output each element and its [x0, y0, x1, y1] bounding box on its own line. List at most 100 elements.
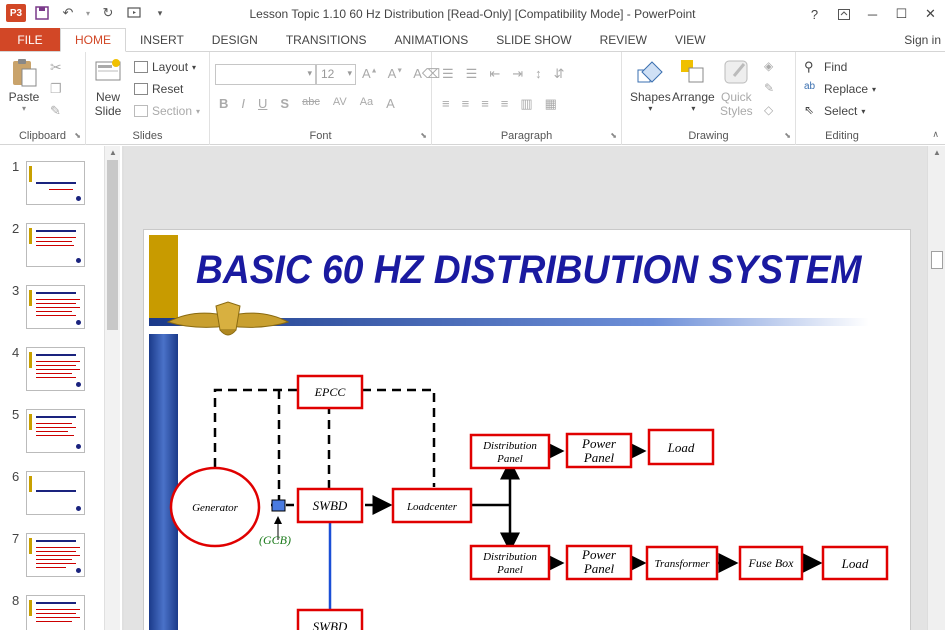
ribbon-display-options-icon[interactable] [829, 0, 858, 28]
minimize-icon[interactable]: ─ [858, 0, 887, 28]
thumbnail-slide-7[interactable]: 7 [0, 531, 104, 581]
gcb-breaker-node[interactable] [271, 499, 286, 512]
new-slide-button[interactable]: New Slide [92, 56, 124, 118]
paste-button[interactable]: Paste ▾ [8, 56, 40, 113]
tab-slide-show[interactable]: SLIDE SHOW [482, 28, 585, 51]
scroll-up-icon[interactable]: ▲ [928, 146, 945, 160]
tab-view[interactable]: VIEW [661, 28, 720, 51]
distribution-panel-1-label-2: Panel [496, 453, 523, 465]
bullets-icon[interactable]: ☰ [442, 66, 454, 82]
cut-button[interactable]: ✂ [50, 57, 66, 77]
convert-smartart-icon[interactable]: ▦ [545, 96, 557, 112]
shape-effects-button[interactable]: ◇ [764, 101, 780, 121]
align-center-icon[interactable]: ≡ [462, 96, 470, 112]
maximize-icon[interactable]: ☐ [887, 0, 916, 28]
tab-design[interactable]: DESIGN [198, 28, 272, 51]
font-family-input[interactable]: ▾ [215, 64, 316, 85]
quick-styles-button[interactable]: Quick Styles [720, 56, 753, 118]
editing-group: ⚲ Find ab Replace ▾ ⇖ Select ▾ Editing [796, 52, 888, 145]
thumbnail-slide-8[interactable]: 8 [0, 593, 104, 630]
scrollbar-thumb[interactable] [107, 160, 118, 330]
thumbnail-slide-4[interactable]: 4 [0, 345, 104, 395]
thumbnail-number: 2 [12, 221, 20, 236]
tab-home[interactable]: HOME [60, 28, 126, 52]
line-spacing-icon[interactable]: ↕ [535, 66, 542, 82]
thumbnail-image [26, 595, 85, 630]
power-panel-2-label-1: Power [581, 547, 617, 562]
justify-icon[interactable]: ≡ [501, 96, 509, 112]
arrange-dropdown-icon: ▾ [691, 104, 696, 113]
scroll-up-icon[interactable]: ▲ [105, 146, 121, 160]
drawing-launcher-icon[interactable]: ⬊ [784, 131, 791, 140]
copy-button[interactable]: ❐ [50, 79, 66, 99]
shapes-label: Shapes [630, 90, 671, 104]
shapes-button[interactable]: Shapes ▾ [630, 56, 671, 113]
layout-label: Layout [152, 60, 189, 74]
font-color-icon[interactable]: A [386, 96, 395, 111]
strikethrough-icon[interactable]: abc [302, 96, 320, 111]
font-size-input[interactable]: 12 ▾ [316, 64, 356, 85]
clipboard-group-label: Clipboard [18, 130, 67, 142]
layout-button[interactable]: Layout ▾ [134, 57, 196, 77]
section-button[interactable]: Section ▾ [134, 101, 200, 121]
drawing-group-label: Drawing [688, 130, 729, 142]
thumbnail-slide-1[interactable]: 1 [0, 159, 104, 209]
numbering-icon[interactable]: ☰ [466, 66, 478, 82]
tab-insert[interactable]: INSERT [126, 28, 198, 51]
collapse-ribbon-icon[interactable]: ∧ [932, 129, 939, 140]
tab-transitions[interactable]: TRANSITIONS [272, 28, 381, 51]
shape-outline-button[interactable]: ✎ [764, 79, 780, 99]
change-case-icon[interactable]: Aa [360, 96, 373, 111]
current-slide[interactable]: BASIC 60 HZ DISTRIBUTION SYSTEM EPCC Gen… [143, 229, 911, 630]
load-2-label: Load [841, 556, 869, 571]
editor-scrollbar[interactable]: ▲ [927, 146, 945, 630]
distribution-panel-1-label-1: Distribution [482, 440, 537, 452]
italic-icon[interactable]: I [241, 96, 245, 111]
new-slide-icon [95, 59, 121, 81]
effects-icon: ◇ [764, 103, 774, 117]
thumbnail-image [26, 471, 85, 515]
new-slide-label-1: New [95, 90, 120, 104]
reset-button[interactable]: Reset [134, 79, 183, 99]
tab-animations[interactable]: ANIMATIONS [380, 28, 482, 51]
increase-indent-icon[interactable]: ⇥ [512, 66, 523, 82]
replace-button[interactable]: ab Replace ▾ [804, 79, 876, 99]
shape-fill-button[interactable]: ◈ [764, 57, 780, 77]
thumbnail-slide-2[interactable]: 2 [0, 221, 104, 271]
increase-font-icon[interactable]: A▲ [362, 66, 378, 82]
underline-icon[interactable]: U [258, 96, 267, 111]
close-icon[interactable]: ✕ [916, 0, 945, 28]
decrease-indent-icon[interactable]: ⇤ [489, 66, 500, 82]
sign-in-link[interactable]: Sign in [904, 33, 941, 47]
decrease-font-icon[interactable]: A▼ [388, 66, 404, 82]
arrange-button[interactable]: Arrange ▾ [672, 56, 715, 113]
thumbnail-slide-5[interactable]: 5 [0, 407, 104, 457]
scrollbar-thumb[interactable] [931, 251, 943, 269]
replace-label: Replace [824, 82, 869, 96]
format-painter-button[interactable]: ✎ [50, 101, 66, 121]
clipboard-launcher-icon[interactable]: ⬊ [74, 131, 81, 140]
text-direction-icon[interactable]: ⇵ [554, 66, 565, 82]
tab-review[interactable]: REVIEW [586, 28, 661, 51]
generator-label: Generator [192, 502, 239, 514]
columns-icon[interactable]: ▥ [520, 96, 532, 112]
font-size-buttons: A▲ A▼ A⌫ [362, 66, 440, 82]
find-button[interactable]: ⚲ Find [804, 57, 847, 77]
thumbnail-number: 7 [12, 531, 20, 546]
thumbnail-number: 5 [12, 407, 20, 422]
font-launcher-icon[interactable]: ⬊ [420, 131, 427, 140]
thumbnail-slide-6[interactable]: 6 [0, 469, 104, 519]
thumbnail-slide-3[interactable]: 3 [0, 283, 104, 333]
bold-icon[interactable]: B [219, 96, 228, 111]
tab-file[interactable]: FILE [0, 28, 60, 51]
select-button[interactable]: ⇖ Select ▾ [804, 101, 865, 121]
align-left-icon[interactable]: ≡ [442, 96, 450, 112]
thumbnail-scrollbar[interactable]: ▲ [104, 146, 120, 630]
align-right-icon[interactable]: ≡ [481, 96, 489, 112]
help-icon[interactable]: ? [800, 0, 829, 28]
power-panel-2-label-2: Panel [583, 561, 615, 576]
distribution-panel-2-label-2: Panel [496, 564, 523, 576]
paragraph-launcher-icon[interactable]: ⬊ [610, 131, 617, 140]
character-spacing-icon[interactable]: AV [333, 96, 347, 111]
shadow-icon[interactable]: S [280, 96, 289, 111]
